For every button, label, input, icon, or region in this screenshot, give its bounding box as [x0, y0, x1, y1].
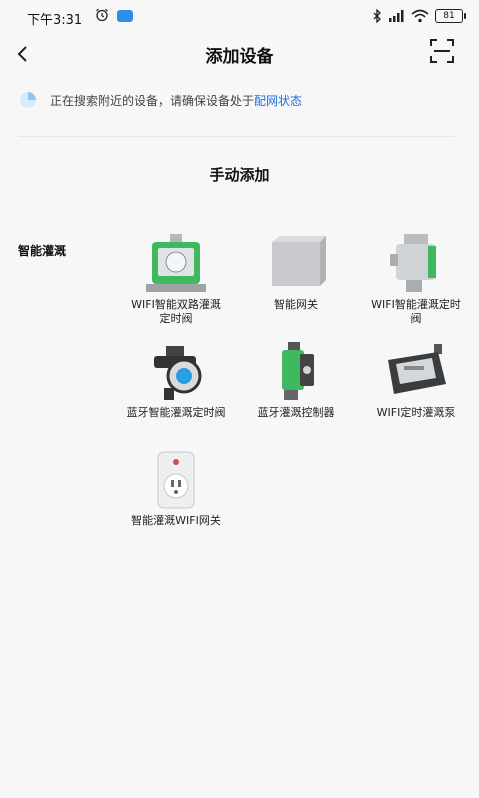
battery-indicator: 81 [435, 9, 466, 23]
search-hint-text: 正在搜索附近的设备，请确保设备处于 [50, 93, 255, 108]
gateway-box-icon [272, 236, 326, 286]
signal-icon [389, 10, 404, 22]
page-title: 添加设备 [205, 47, 274, 67]
bluetooth-controller-icon [282, 342, 314, 400]
wifi-icon [411, 9, 429, 23]
searching-spinner-icon [20, 92, 36, 108]
dual-valve-timer-icon [146, 234, 206, 292]
device-valve-timer[interactable]: WIFI智能灌溉定时阀 [362, 232, 470, 326]
alarm-icon [96, 8, 108, 22]
bluetooth-valve-icon [154, 346, 202, 400]
cloud-notification-icon [117, 10, 133, 22]
device-name: WIFI定时灌溉泵 [376, 406, 456, 419]
header: 添加设备 [0, 34, 479, 74]
valve-timer-icon [390, 234, 436, 292]
device-name: 智能灌溉WIFI网关 [131, 514, 221, 527]
bluetooth-icon [373, 9, 381, 23]
manual-add-title: 手动添加 [209, 166, 270, 184]
device-name: 蓝牙灌溉控制器 [257, 406, 335, 419]
network-config-link[interactable]: 配网状态 [254, 92, 302, 109]
search-hint: 正在搜索附近的设备，请确保设备处于 配网状态 [18, 88, 302, 112]
device-name: 蓝牙智能灌溉定时阀 [126, 406, 226, 419]
status-time: 下午3:31 [27, 13, 83, 28]
device-bluetooth-valve[interactable]: 蓝牙智能灌溉定时阀 [122, 340, 230, 420]
device-wifi-plug-gateway[interactable]: 智能灌溉WIFI网关 [122, 448, 230, 528]
device-name: WIFI智能双路灌溉定时阀 [131, 298, 221, 325]
device-gateway[interactable]: 智能网关 [242, 232, 350, 312]
category-label-irrigation: 智能灌溉 [18, 244, 67, 258]
divider [18, 136, 455, 137]
status-bar: 下午3:31 81 [0, 0, 479, 34]
status-indicators: 81 [373, 7, 466, 25]
device-name: 智能网关 [274, 298, 318, 311]
scan-qr-icon[interactable] [429, 38, 455, 64]
device-timer-pump[interactable]: WIFI定时灌溉泵 [362, 340, 470, 420]
wifi-plug-gateway-icon [157, 451, 195, 509]
timer-pump-icon [388, 344, 446, 394]
device-bluetooth-controller[interactable]: 蓝牙灌溉控制器 [242, 340, 350, 420]
device-dual-valve-timer[interactable]: WIFI智能双路灌溉定时阀 [122, 232, 230, 326]
device-name: WIFI智能灌溉定时阀 [371, 298, 461, 325]
